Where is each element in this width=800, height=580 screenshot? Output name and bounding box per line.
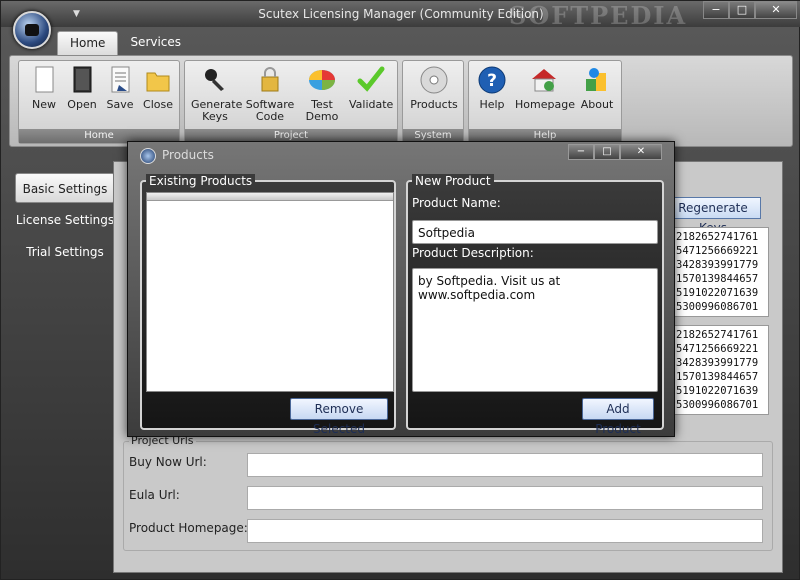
sidebar-item-license-settings[interactable]: License Settings — [15, 205, 115, 235]
app-window: Scutex Licensing Manager (Community Edit… — [0, 0, 800, 580]
existing-products-legend: Existing Products — [146, 174, 256, 188]
dialog-minimize-button[interactable]: − — [568, 144, 594, 160]
homepage-button[interactable]: Homepage — [515, 65, 575, 111]
software-code-button[interactable]: Software Code — [245, 65, 295, 123]
save-document-icon — [111, 66, 130, 93]
private-key-box[interactable]: 2182652741761 5471256669221 342839399177… — [665, 325, 769, 415]
validate-label: Validate — [349, 98, 394, 111]
open-label: Open — [67, 98, 97, 111]
key-line: 2182652741761 — [676, 329, 759, 341]
buy-now-url-label: Buy Now Url: — [129, 455, 207, 469]
svg-text:?: ? — [487, 71, 497, 91]
close-label: Close — [143, 98, 173, 111]
tab-services[interactable]: Services — [118, 31, 193, 55]
key-line: 5191022071639 — [676, 385, 759, 397]
add-product-button[interactable]: Add Product — [582, 398, 654, 436]
help-label: Help — [479, 98, 505, 111]
products-dialog-icon — [140, 148, 156, 164]
watermark: SOFTPEDIA — [509, 1, 688, 30]
about-blocks-icon — [586, 68, 606, 91]
key-line: 5471256669221 — [676, 343, 759, 355]
sidebar-item-basic-settings[interactable]: Basic Settings — [15, 173, 115, 203]
dialog-maximize-button[interactable]: □ — [594, 144, 620, 160]
padlock-icon — [261, 67, 279, 92]
buy-now-url-input[interactable] — [247, 453, 763, 477]
settings-sidebar: Basic Settings License Settings Trial Se… — [15, 173, 115, 269]
dialog-title: Products — [162, 148, 214, 162]
products-dialog: Products − □ ✕ Remove Selected Existing … — [127, 141, 675, 437]
test-demo-label: Test Demo — [305, 98, 339, 123]
color-wheel-icon — [309, 70, 335, 90]
list-header — [147, 193, 393, 201]
generate-keys-label: Generate Keys — [191, 98, 243, 123]
software-code-label: Software Code — [245, 98, 295, 123]
eula-url-input[interactable] — [247, 486, 763, 510]
open-book-icon — [73, 66, 92, 93]
maximize-button[interactable]: □ — [729, 1, 755, 19]
product-homepage-label: Product Homepage: — [129, 521, 248, 535]
product-homepage-input[interactable] — [247, 519, 763, 543]
new-document-icon — [35, 66, 54, 93]
dialog-close-button[interactable]: ✕ — [620, 144, 662, 160]
key-line: 1570139844657 — [676, 371, 759, 383]
remove-selected-button[interactable]: Remove Selected — [290, 398, 388, 436]
about-button[interactable]: About — [575, 65, 619, 111]
key-icon — [205, 69, 224, 91]
product-description-input[interactable]: by Softpedia. Visit us at www.softpedia.… — [412, 268, 658, 392]
help-button[interactable]: ? Help — [471, 65, 513, 111]
tab-home[interactable]: Home — [57, 31, 119, 55]
quick-access-dropdown-icon[interactable]: ▼ — [73, 9, 80, 19]
key-line: 2182652741761 — [676, 231, 759, 243]
key-line: 1570139844657 — [676, 273, 759, 285]
ribbon-group-home: New Open Save Close Home — [18, 60, 180, 144]
close-project-button[interactable]: Close — [135, 65, 181, 111]
house-icon — [532, 69, 556, 92]
product-name-label: Product Name: — [412, 196, 501, 210]
existing-products-panel: Remove Selected — [140, 180, 396, 436]
close-button[interactable]: ✕ — [755, 1, 797, 19]
key-line: 5300996086701 — [676, 301, 759, 313]
key-line: 5300996086701 — [676, 399, 759, 411]
products-label: Products — [410, 98, 458, 111]
checkmark-icon — [357, 66, 385, 92]
new-product-legend: New Product — [412, 174, 494, 188]
key-line: 5191022071639 — [676, 287, 759, 299]
generate-keys-button[interactable]: Generate Keys — [191, 65, 243, 123]
eula-url-label: Eula Url: — [129, 488, 180, 502]
ribbon-group-project: Generate Keys Software Code Test Demo Va… — [184, 60, 398, 144]
application-orb-icon[interactable] — [13, 11, 51, 49]
homepage-label: Homepage — [515, 98, 575, 111]
key-line: 3428393991779 — [676, 357, 759, 369]
disc-icon — [420, 66, 448, 94]
ribbon: New Open Save Close Home Generate Keys S… — [9, 55, 793, 147]
existing-products-list[interactable] — [146, 192, 394, 392]
new-product-panel: Product Name: Softpedia Product Descript… — [406, 180, 664, 436]
key-line: 5471256669221 — [676, 245, 759, 257]
ribbon-group-help: ? Help Homepage About Help — [468, 60, 622, 144]
product-name-input[interactable]: Softpedia — [412, 220, 658, 244]
ribbon-group-system: Products System — [402, 60, 464, 144]
help-icon: ? — [478, 66, 506, 94]
key-line: 3428393991779 — [676, 259, 759, 271]
test-demo-button[interactable]: Test Demo — [299, 65, 345, 123]
folder-icon — [146, 72, 170, 92]
new-label: New — [32, 98, 56, 111]
products-button[interactable]: Products — [409, 65, 459, 111]
title-bar[interactable]: Scutex Licensing Manager (Community Edit… — [1, 1, 800, 30]
about-label: About — [580, 98, 614, 111]
save-label: Save — [106, 98, 134, 111]
minimize-button[interactable]: − — [703, 1, 729, 19]
public-key-box[interactable]: 2182652741761 5471256669221 342839399177… — [665, 227, 769, 317]
regenerate-keys-button[interactable]: Regenerate Keys — [665, 197, 761, 235]
sidebar-item-trial-settings[interactable]: Trial Settings — [15, 237, 115, 267]
validate-button[interactable]: Validate — [349, 65, 393, 111]
product-description-label: Product Description: — [412, 246, 534, 260]
